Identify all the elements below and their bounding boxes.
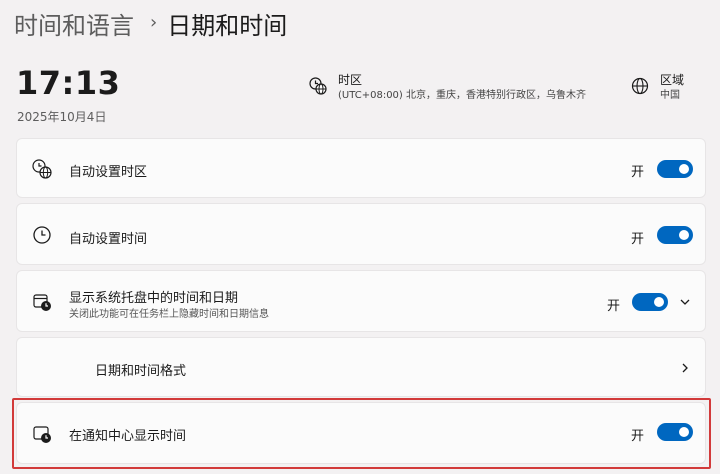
notification-clock-icon <box>33 426 51 443</box>
notification-center-time-toggle[interactable] <box>657 423 693 441</box>
calendar-clock-icon <box>33 294 51 311</box>
timezone-title: 时区 <box>338 73 363 87</box>
globe-icon <box>631 77 649 95</box>
setting-auto-timezone: 自动设置时区 开 <box>16 138 706 198</box>
chevron-right-icon <box>682 363 688 373</box>
page-title: 日期和时间 <box>167 11 288 40</box>
toggle-state-label: 开 <box>631 232 645 247</box>
setting-notification-center-time: 在通知中心显示时间 开 <box>16 402 706 464</box>
breadcrumb: 时间和语言 › 日期和时间 <box>14 6 287 40</box>
auto-timezone-toggle[interactable] <box>657 160 693 178</box>
region-value: 中国 <box>660 90 680 101</box>
setting-label: 自动设置时间 <box>69 232 148 247</box>
setting-label: 在通知中心显示时间 <box>69 429 187 444</box>
toggle-knob <box>654 297 664 307</box>
toggle-state-label: 开 <box>607 299 621 314</box>
current-time: 17:13 <box>16 64 121 102</box>
toggle-state-label: 开 <box>631 429 645 444</box>
setting-label: 日期和时间格式 <box>95 364 187 379</box>
toggle-knob <box>679 164 689 174</box>
chevron-down-icon[interactable] <box>678 295 692 309</box>
setting-auto-time: 自动设置时间 开 <box>16 203 706 265</box>
region-info[interactable]: 区域 中国 <box>630 72 684 104</box>
breadcrumb-separator: › <box>150 11 158 33</box>
toggle-knob <box>679 230 689 240</box>
setting-show-in-tray[interactable]: 显示系统托盘中的时间和日期 关闭此功能可在任务栏上隐藏时间和日期信息 开 <box>16 270 706 332</box>
auto-time-toggle[interactable] <box>657 226 693 244</box>
toggle-knob <box>679 427 689 437</box>
show-in-tray-toggle[interactable] <box>632 293 668 311</box>
setting-label: 自动设置时区 <box>69 165 148 180</box>
setting-date-time-format[interactable]: 日期和时间格式 <box>16 337 706 397</box>
setting-label: 显示系统托盘中的时间和日期 <box>69 291 239 306</box>
timezone-info[interactable]: 时区 (UTC+08:00) 北京，重庆，香港特别行政区，乌鲁木齐 <box>308 72 586 104</box>
breadcrumb-parent-link[interactable]: 时间和语言 <box>14 6 134 41</box>
clock-icon <box>33 226 51 244</box>
timezone-value: (UTC+08:00) 北京，重庆，香港特别行政区，乌鲁木齐 <box>338 90 587 101</box>
globe-clock-icon <box>32 159 52 179</box>
setting-description: 关闭此功能可在任务栏上隐藏时间和日期信息 <box>69 309 269 320</box>
region-title: 区域 <box>660 73 685 87</box>
current-date: 2025年10月4日 <box>17 110 107 124</box>
globe-clock-icon <box>309 77 327 95</box>
toggle-state-label: 开 <box>631 165 645 180</box>
